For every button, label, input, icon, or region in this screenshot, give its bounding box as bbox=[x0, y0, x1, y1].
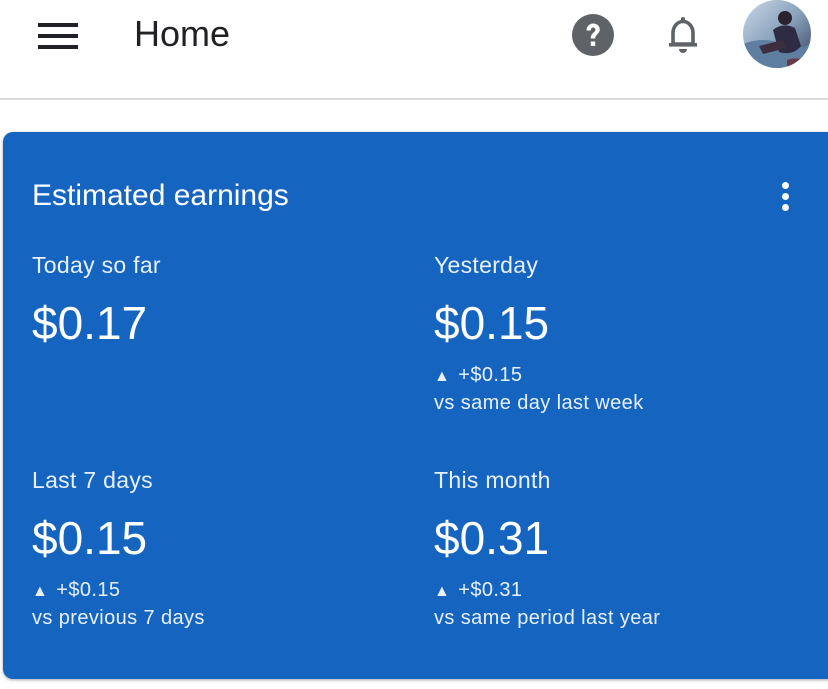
help-button[interactable] bbox=[570, 12, 616, 58]
metric-yesterday[interactable]: Yesterday $0.15 ▲ +$0.15 vs same day last… bbox=[434, 251, 644, 417]
metric-this-month[interactable]: This month $0.31 ▲ +$0.31 vs same period … bbox=[434, 466, 660, 632]
metric-change: ▲ +$0.15 bbox=[32, 578, 205, 604]
card-title: Estimated earnings bbox=[32, 179, 289, 212]
user-photo bbox=[743, 0, 811, 68]
metric-last-7-days[interactable]: Last 7 days $0.15 ▲ +$0.15 vs previous 7 … bbox=[32, 466, 205, 632]
metric-change-value: +$0.15 bbox=[458, 364, 523, 386]
more-vert-icon bbox=[781, 192, 789, 200]
metric-comparison: vs same day last week bbox=[434, 392, 644, 414]
metric-label: Yesterday bbox=[434, 252, 539, 278]
metric-label: Last 7 days bbox=[32, 467, 153, 493]
arrow-up-icon: ▲ bbox=[434, 583, 451, 600]
metric-comparison: vs previous 7 days bbox=[32, 607, 205, 629]
metric-value: $0.17 bbox=[32, 297, 148, 349]
metric-value: $0.31 bbox=[434, 512, 550, 564]
help-icon bbox=[572, 14, 614, 56]
metric-comparison: vs same period last year bbox=[434, 607, 661, 629]
more-vert-icon bbox=[781, 203, 789, 211]
metric-change-value: +$0.15 bbox=[56, 579, 121, 601]
metric-today-so-far[interactable]: Today so far $0.17 bbox=[32, 251, 161, 351]
metric-label: Today so far bbox=[32, 252, 161, 278]
metric-value: $0.15 bbox=[434, 297, 550, 349]
more-vert-icon bbox=[781, 181, 789, 189]
account-avatar[interactable] bbox=[743, 0, 811, 68]
metric-value: $0.15 bbox=[32, 512, 148, 564]
metric-change: ▲ +$0.31 bbox=[434, 578, 660, 604]
metric-label: This month bbox=[434, 467, 551, 493]
top-app-bar: Home bbox=[0, 0, 828, 100]
estimated-earnings-card: Estimated earnings Today so far $0.17 Ye… bbox=[3, 132, 828, 679]
metric-change-value: +$0.31 bbox=[458, 579, 523, 601]
page-title: Home bbox=[134, 13, 231, 54]
menu-button[interactable] bbox=[30, 14, 86, 58]
metric-change: ▲ +$0.15 bbox=[434, 363, 644, 389]
hamburger-menu-icon bbox=[38, 23, 78, 49]
notifications-button[interactable] bbox=[660, 12, 706, 58]
more-options-button[interactable] bbox=[773, 178, 797, 214]
arrow-up-icon: ▲ bbox=[434, 368, 451, 385]
bell-icon bbox=[669, 17, 697, 53]
arrow-up-icon: ▲ bbox=[32, 583, 49, 600]
